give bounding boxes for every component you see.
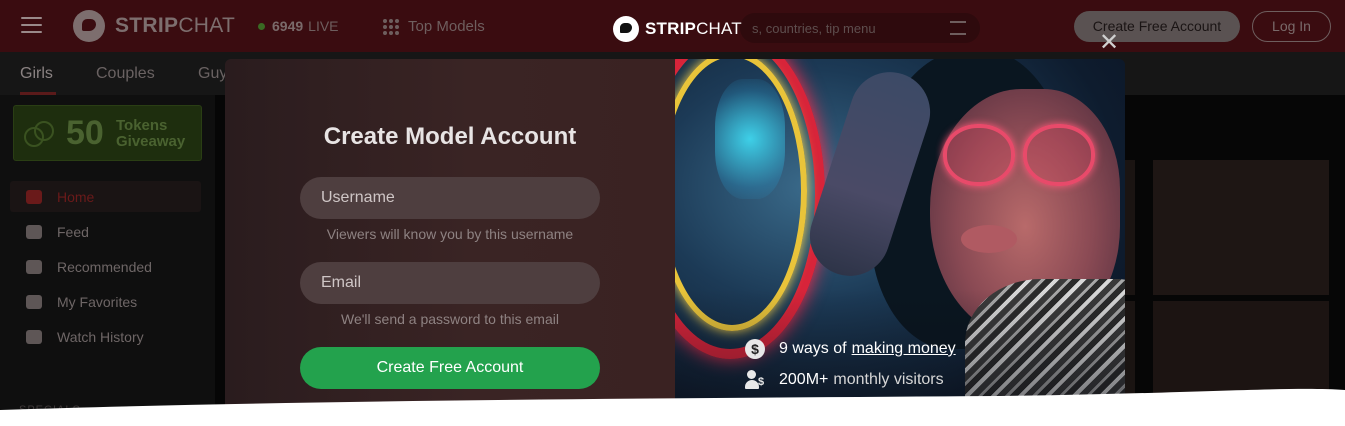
history-icon xyxy=(26,329,42,344)
logo-icon xyxy=(73,10,105,42)
username-hint: Viewers will know you by this username xyxy=(326,226,574,242)
feed-icon xyxy=(26,224,42,239)
sidebar-item-label: My Favorites xyxy=(57,293,138,310)
modal-title: Create Model Account xyxy=(323,123,577,150)
top-models-icon xyxy=(383,18,399,35)
login-button[interactable]: Log In xyxy=(1252,11,1331,42)
live-counter[interactable]: 6949 LIVE xyxy=(258,18,339,34)
sidebar-item-watch-history[interactable]: Watch History xyxy=(10,321,201,352)
heart-icon xyxy=(26,294,42,309)
menu-icon[interactable] xyxy=(21,17,42,34)
modal-logo: STRIPCHAT xyxy=(613,16,742,42)
top-models-link[interactable]: Top Models xyxy=(383,18,485,35)
home-icon xyxy=(26,189,42,204)
sidebar-item-label: Feed xyxy=(57,223,89,240)
sidebar-item-favorites[interactable]: My Favorites xyxy=(10,286,201,317)
search-input[interactable]: s, countries, tip menu xyxy=(740,13,980,43)
making-money-link[interactable]: making money xyxy=(852,340,956,358)
username-field[interactable] xyxy=(300,177,600,219)
sidebar-item-recommended[interactable]: Recommended xyxy=(10,251,201,282)
sidebar-item-label: Watch History xyxy=(57,328,144,345)
logo-icon xyxy=(613,16,639,42)
site-logo[interactable]: STRIPCHAT xyxy=(73,10,235,42)
sidebar-item-label: Recommended xyxy=(57,258,152,275)
email-field[interactable] xyxy=(300,262,600,304)
tokens-giveaway-banner[interactable]: 50 Tokens Giveaway xyxy=(13,105,202,161)
giveaway-amount: 50 xyxy=(66,114,104,152)
signup-form: Create Model Account Viewers will know y… xyxy=(225,59,675,426)
tab-girls[interactable]: Girls xyxy=(20,65,53,83)
giveaway-line2: Giveaway xyxy=(116,133,186,150)
perk-text: 9 ways of xyxy=(779,340,847,357)
live-label: LIVE xyxy=(308,18,339,34)
logo-text-bold: STRIP xyxy=(115,14,179,37)
modal-logo-light: CHAT xyxy=(696,19,742,38)
sidebar-item-feed[interactable]: Feed xyxy=(10,216,201,247)
thumbs-up-icon xyxy=(26,259,42,274)
perk-making-money: $ 9 ways of making money xyxy=(745,339,956,359)
search-placeholder: s, countries, tip menu xyxy=(752,21,876,36)
filter-icon[interactable] xyxy=(950,21,966,35)
sidebar-item-home[interactable]: Home xyxy=(10,181,201,212)
create-model-account-modal: Create Model Account Viewers will know y… xyxy=(225,59,1125,426)
top-models-label: Top Models xyxy=(408,18,485,35)
close-icon[interactable]: ✕ xyxy=(1098,31,1120,55)
sidebar: 50 Tokens Giveaway Home Feed Recommended… xyxy=(0,95,215,426)
coins-icon xyxy=(24,121,56,149)
promo-image: $ 9 ways of making money $ 200M+ monthly… xyxy=(675,59,1125,426)
logo-text-light: CHAT xyxy=(178,14,236,37)
tab-guys[interactable]: Guy xyxy=(198,65,227,83)
sidebar-item-label: Home xyxy=(57,188,95,205)
modal-logo-bold: STRIP xyxy=(645,19,697,38)
bottom-wave-divider xyxy=(0,388,1345,426)
dollar-icon: $ xyxy=(745,339,765,359)
giveaway-line1: Tokens xyxy=(116,117,168,134)
email-hint: We'll send a password to this email xyxy=(341,311,559,327)
tab-couples[interactable]: Couples xyxy=(96,65,155,83)
live-count: 6949 xyxy=(272,18,304,34)
model-thumbnail[interactable] xyxy=(1153,160,1329,295)
live-dot-icon xyxy=(258,22,265,30)
